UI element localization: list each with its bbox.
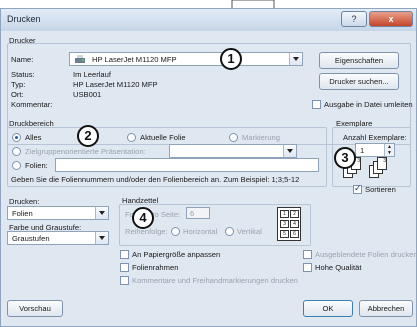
comments-label: Kommentare und Freihandmarkierungen druc…: [132, 276, 298, 285]
order-vertical-radio[interactable]: [225, 227, 234, 236]
cancel-button[interactable]: Abbrechen: [359, 300, 413, 317]
hidden-slides-checkbox[interactable]: [303, 250, 312, 259]
type-value: HP LaserJet M1120 MFP: [73, 80, 158, 89]
range-current-slide-label: Aktuelle Folie: [140, 133, 186, 142]
range-slides-label: Folien:: [25, 161, 48, 170]
title-bar: Drucken ? x: [1, 9, 416, 31]
order-horizontal-radio[interactable]: [171, 227, 180, 236]
printer-name-value: HP LaserJet M1120 MFP: [92, 55, 177, 64]
printer-name-select[interactable]: HP LaserJet M1120 MFP: [69, 52, 303, 66]
order-horizontal-label: Horizontal: [183, 227, 218, 236]
close-button[interactable]: x: [369, 11, 413, 27]
high-quality-label: Hohe Qualität: [315, 263, 362, 272]
copies-count-spinner[interactable]: 1 ▲ ▼: [355, 143, 395, 157]
chevron-down-icon[interactable]: [283, 145, 296, 157]
range-hint: Geben Sie die Foliennummern und/oder den…: [11, 175, 300, 184]
print-what-label: Drucken:: [9, 197, 40, 206]
handout-slide: 4: [290, 220, 299, 228]
slides-input[interactable]: [55, 158, 319, 172]
frame-slides-checkbox[interactable]: [120, 263, 129, 272]
print-to-file-label: Ausgabe in Datei umleiten: [324, 100, 413, 109]
comment-label: Kommentar:: [11, 100, 53, 109]
range-slides-radio[interactable]: [12, 161, 21, 170]
print-to-file-checkbox[interactable]: [312, 100, 321, 109]
per-page-select[interactable]: 6: [186, 207, 210, 219]
callout-1: 1: [220, 48, 242, 70]
printer-icon: [75, 55, 85, 63]
range-current-slide-radio[interactable]: [127, 133, 136, 142]
location-value: USB001: [73, 90, 102, 99]
range-custom-show-label: Zielgruppenorientierte Präsentation:: [25, 147, 146, 156]
chevron-down-icon[interactable]: [95, 207, 108, 219]
handout-slide: 3: [280, 220, 289, 228]
print-what-select[interactable]: Folien: [7, 206, 109, 220]
range-selection-label: Markierung: [242, 133, 280, 142]
range-all-label: Alles: [25, 133, 42, 142]
ok-button[interactable]: OK: [303, 300, 353, 317]
handout-slide: 1: [280, 210, 289, 218]
callout-4: 4: [132, 207, 154, 229]
preview-button[interactable]: Vorschau: [7, 300, 63, 317]
range-all-radio[interactable]: [12, 133, 21, 142]
collate-page: 3: [377, 157, 387, 170]
callout-2: 2: [77, 125, 99, 147]
type-label: Typ:: [11, 80, 26, 89]
print-what-value: Folien: [12, 209, 33, 218]
scale-to-fit-checkbox[interactable]: [120, 250, 129, 259]
chevron-down-icon[interactable]: [95, 232, 108, 244]
comments-checkbox[interactable]: [120, 276, 129, 285]
hidden-slides-label: Ausgeblendete Folien drucken: [315, 250, 417, 259]
chevron-down-icon[interactable]: [289, 53, 302, 65]
find-printer-button[interactable]: Drucker suchen...: [319, 73, 399, 90]
range-selection-radio[interactable]: [229, 133, 238, 142]
range-custom-show-radio[interactable]: [12, 147, 21, 156]
properties-button[interactable]: Eigenschaften: [319, 52, 399, 69]
spinner-arrows-icon[interactable]: ▲ ▼: [384, 144, 394, 156]
copies-count-label: Anzahl Exemplare:: [343, 133, 407, 142]
copies-count-value: 1: [360, 146, 365, 155]
collate-checkbox[interactable]: [353, 183, 362, 194]
scale-to-fit-label: An Papiergröße anpassen: [132, 250, 221, 259]
per-page-value: 6: [190, 209, 195, 218]
custom-show-select[interactable]: [169, 144, 297, 158]
location-label: Ort:: [11, 90, 24, 99]
color-select[interactable]: Graustufen: [7, 231, 109, 245]
callout-3: 3: [334, 147, 356, 169]
help-button[interactable]: ?: [341, 11, 367, 27]
handout-slide: 6: [290, 230, 299, 238]
status-label: Status:: [11, 70, 35, 79]
order-vertical-label: Vertikal: [237, 227, 262, 236]
frame-slides-label: Folienrahmen: [132, 263, 179, 272]
collate-label: Sortieren: [365, 185, 396, 194]
printer-name-label: Name:: [11, 55, 34, 64]
color-value: Graustufen: [12, 234, 50, 243]
handout-slide: 5: [280, 230, 289, 238]
high-quality-checkbox[interactable]: [303, 263, 312, 272]
status-value: Im Leerlauf: [73, 70, 111, 79]
window-title: Drucken: [7, 14, 41, 24]
handout-preview: 1 2 3 4 5 6: [277, 207, 301, 241]
handout-slide: 2: [290, 210, 299, 218]
print-dialog: Drucken ? x Drucker Name: HP LaserJet M1…: [0, 8, 417, 327]
